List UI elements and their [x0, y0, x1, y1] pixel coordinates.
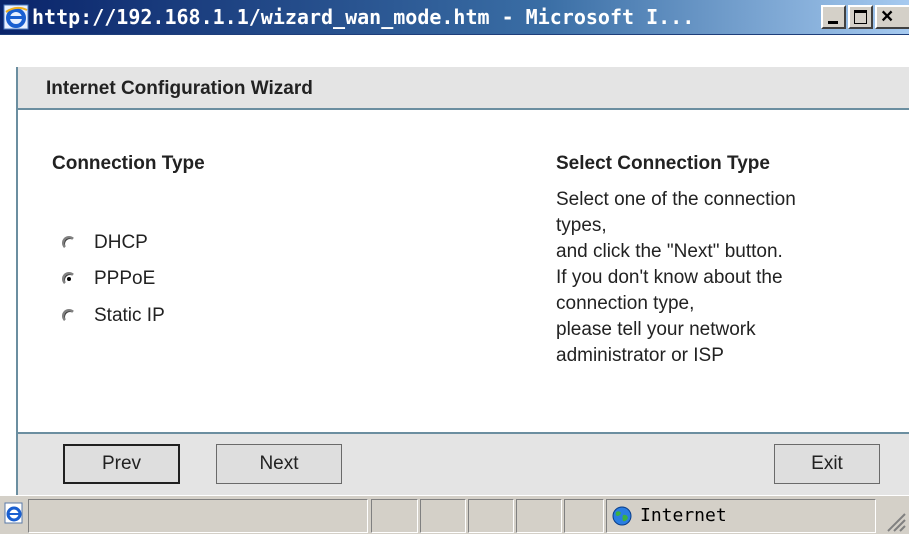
help-line: please tell your network [556, 319, 756, 340]
minimize-icon [828, 21, 838, 24]
status-cell [420, 499, 466, 533]
maximize-button[interactable] [848, 5, 873, 29]
help-line: administrator or ISP [556, 345, 724, 366]
status-cell [564, 499, 604, 533]
connection-type-heading: Connection Type [52, 153, 205, 174]
option-pppoe[interactable]: PPPoE [62, 266, 155, 292]
option-static-ip[interactable]: Static IP [62, 303, 165, 329]
radio-static-ip[interactable] [62, 309, 76, 323]
prev-button[interactable]: Prev [63, 444, 180, 484]
page-icon [4, 502, 23, 524]
resize-grip-icon[interactable] [880, 506, 906, 532]
globe-icon [612, 506, 632, 526]
internet-explorer-icon [3, 4, 29, 30]
help-line: Select one of the connection [556, 189, 796, 210]
status-cell [516, 499, 562, 533]
option-static-ip-label: Static IP [94, 305, 165, 326]
exit-button[interactable]: Exit [774, 444, 880, 484]
maximize-icon [854, 10, 867, 24]
security-zone-label: Internet [640, 505, 727, 526]
help-heading: Select Connection Type [556, 153, 770, 174]
help-line: and click the "Next" button. [556, 241, 783, 262]
radio-pppoe[interactable] [62, 272, 76, 286]
window-titlebar[interactable]: http://192.168.1.1/wizard_wan_mode.htm -… [0, 0, 909, 35]
close-icon: × [881, 5, 894, 28]
wizard-title: Internet Configuration Wizard [46, 78, 313, 99]
status-text-cell [28, 499, 368, 533]
next-button[interactable]: Next [216, 444, 342, 484]
wizard-header: Internet Configuration Wizard [16, 67, 909, 108]
status-cell [468, 499, 514, 533]
close-button[interactable]: × [875, 5, 909, 29]
option-pppoe-label: PPPoE [94, 268, 156, 289]
help-line: If you don't know about the [556, 267, 783, 288]
option-dhcp-label: DHCP [94, 232, 148, 253]
header-divider [16, 108, 909, 110]
minimize-button[interactable] [821, 5, 846, 29]
help-line: connection type, [556, 293, 695, 314]
status-cell [371, 499, 418, 533]
help-line: types, [556, 215, 607, 236]
window-title: http://192.168.1.1/wizard_wan_mode.htm -… [32, 5, 695, 29]
radio-dhcp[interactable] [62, 236, 76, 250]
option-dhcp[interactable]: DHCP [62, 230, 148, 256]
